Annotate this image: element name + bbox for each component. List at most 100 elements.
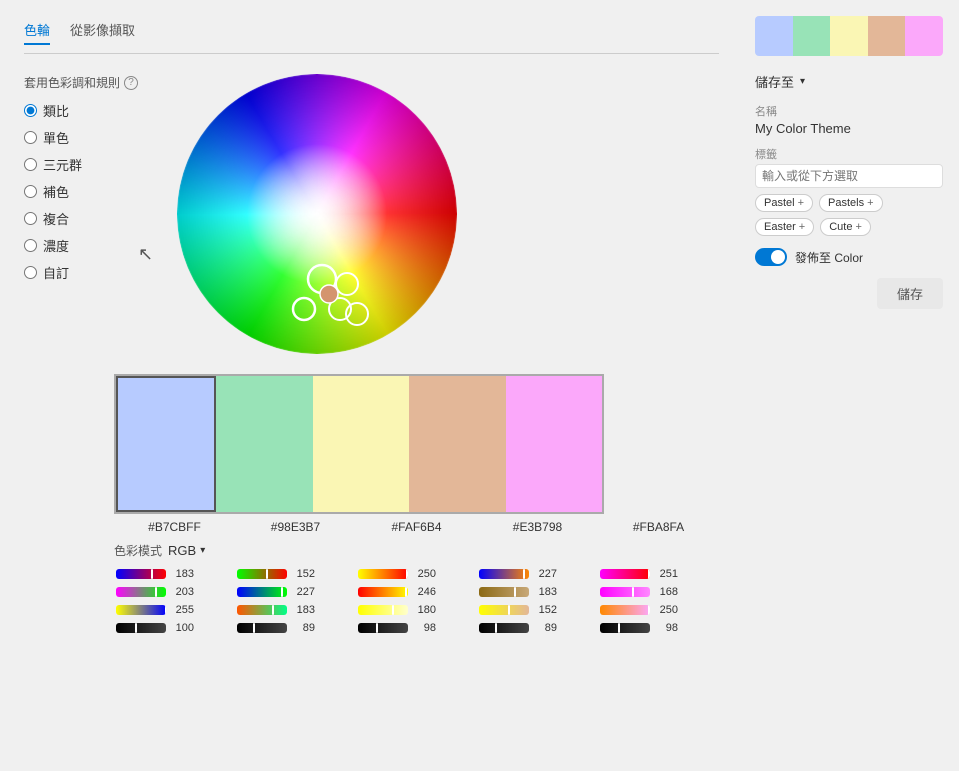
channel-slider-1-2[interactable]: [358, 587, 408, 597]
publish-toggle[interactable]: [755, 248, 787, 266]
channel-slider-2-2[interactable]: [358, 605, 408, 615]
channel-item-1-4[interactable]: 168: [598, 585, 719, 599]
channel-value-2-2: 180: [412, 604, 436, 616]
channel-slider-3-3[interactable]: [479, 623, 529, 633]
tab-color-wheel[interactable]: 色輪: [24, 20, 50, 45]
channel-slider-2-4[interactable]: [600, 605, 650, 615]
channel-value-2-3: 152: [533, 604, 557, 616]
color-wheel[interactable]: [177, 74, 457, 354]
radio-compound[interactable]: 複合: [24, 209, 138, 228]
channel-slider-0-2[interactable]: [358, 569, 408, 579]
channel-value-3-2: 98: [412, 622, 436, 634]
channel-item-1-1[interactable]: 227: [235, 585, 356, 599]
channel-value-2-1: 183: [291, 604, 315, 616]
channel-slider-3-4[interactable]: [600, 623, 650, 633]
palette-preview-swatch-5: [905, 16, 943, 56]
channel-slider-3-2[interactable]: [358, 623, 408, 633]
name-label: 名稱: [755, 103, 943, 119]
tag-cute[interactable]: Cute+: [820, 218, 871, 236]
channel-row-2: 255 183 180 152 250: [114, 603, 719, 617]
radio-monochromatic[interactable]: 單色: [24, 128, 138, 147]
channel-row-3: 100 89 98 89 98: [114, 621, 719, 635]
channel-item-1-0[interactable]: 203: [114, 585, 235, 599]
channel-slider-0-3[interactable]: [479, 569, 529, 579]
swatches-container: [114, 374, 604, 514]
tab-image-extract[interactable]: 從影像擷取: [70, 20, 135, 45]
channel-slider-2-1[interactable]: [237, 605, 287, 615]
harmony-label: 套用色彩調和規則 ?: [24, 74, 138, 91]
channel-slider-2-3[interactable]: [479, 605, 529, 615]
channel-item-2-4[interactable]: 250: [598, 603, 719, 617]
channel-slider-2-0[interactable]: [116, 605, 166, 615]
channel-slider-0-0[interactable]: [116, 569, 166, 579]
channel-slider-1-1[interactable]: [237, 587, 287, 597]
radio-triadic[interactable]: 三元群: [24, 155, 138, 174]
channel-item-1-2[interactable]: 246: [356, 585, 477, 599]
channel-value-0-1: 152: [291, 568, 315, 580]
channel-row-1: 203 227 246 183168: [114, 585, 719, 599]
channel-item-0-0[interactable]: 183: [114, 567, 235, 581]
channel-item-2-1[interactable]: 183: [235, 603, 356, 617]
tag-plus-icon: +: [867, 197, 873, 209]
channel-item-0-1[interactable]: 152: [235, 567, 356, 581]
color-wheel-svg: [177, 74, 457, 354]
channel-item-2-2[interactable]: 180: [356, 603, 477, 617]
color-handle-active[interactable]: [320, 285, 338, 303]
channel-value-3-1: 89: [291, 622, 315, 634]
tags-row: Pastel+ Pastels+ Easter+ Cute+: [755, 194, 943, 236]
publish-label: 發佈至 Color: [795, 249, 863, 266]
channel-value-1-2: 246: [412, 586, 436, 598]
palette-preview-swatch-1: [755, 16, 793, 56]
channel-item-0-3[interactable]: 227: [477, 567, 598, 581]
channel-slider-1-4[interactable]: [600, 587, 650, 597]
channel-slider-3-0[interactable]: [116, 623, 166, 633]
tags-input[interactable]: [755, 164, 943, 188]
channel-value-1-0: 203: [170, 586, 194, 598]
channel-item-3-0[interactable]: 100: [114, 621, 235, 635]
radio-analogous[interactable]: 類比: [24, 101, 138, 120]
swatch-4[interactable]: [409, 376, 505, 512]
channel-item-3-1[interactable]: 89: [235, 621, 356, 635]
hex-code-4: #E3B798: [477, 520, 598, 534]
channel-rows: 1831522502272512032272461831682551831801…: [114, 567, 719, 635]
swatch-3[interactable]: [313, 376, 409, 512]
channel-value-0-4: 251: [654, 568, 678, 580]
tags-label: 標籤: [755, 146, 943, 162]
palette-preview: [755, 16, 943, 56]
channel-item-1-3[interactable]: 183: [477, 585, 598, 599]
swatch-5[interactable]: [506, 376, 602, 512]
channel-item-0-2[interactable]: 250: [356, 567, 477, 581]
tag-plus-icon: +: [798, 197, 804, 209]
channel-item-2-3[interactable]: 152: [477, 603, 598, 617]
channel-slider-3-1[interactable]: [237, 623, 287, 633]
channel-value-3-4: 98: [654, 622, 678, 634]
color-mode-select[interactable]: RGB ▾: [168, 543, 205, 558]
swatch-1[interactable]: [116, 376, 216, 512]
save-to-row[interactable]: 儲存至 ▾: [755, 72, 943, 91]
channel-slider-0-1[interactable]: [237, 569, 287, 579]
channel-item-3-3[interactable]: 89: [477, 621, 598, 635]
radio-complementary[interactable]: 補色: [24, 182, 138, 201]
hex-code-5: #FBA8FA: [598, 520, 719, 534]
name-value[interactable]: My Color Theme: [755, 121, 943, 136]
channel-item-3-4[interactable]: 98: [598, 621, 719, 635]
save-to-label: 儲存至: [755, 72, 794, 91]
tag-pastels[interactable]: Pastels+: [819, 194, 883, 212]
hex-code-2: #98E3B7: [235, 520, 356, 534]
tag-easter[interactable]: Easter+: [755, 218, 814, 236]
channel-row-0: 183 152 250227 251: [114, 567, 719, 581]
name-field-group: 名稱 My Color Theme: [755, 103, 943, 136]
info-icon[interactable]: ?: [124, 76, 138, 90]
tag-pastel[interactable]: Pastel+: [755, 194, 813, 212]
channel-item-0-4[interactable]: 251: [598, 567, 719, 581]
radio-shades[interactable]: 濃度: [24, 236, 138, 255]
swatch-2[interactable]: [216, 376, 312, 512]
palette-preview-swatch-2: [793, 16, 831, 56]
radio-custom[interactable]: 自訂: [24, 263, 138, 282]
channel-slider-0-4[interactable]: [600, 569, 650, 579]
channel-slider-1-3[interactable]: [479, 587, 529, 597]
channel-item-3-2[interactable]: 98: [356, 621, 477, 635]
save-button[interactable]: 儲存: [877, 278, 943, 309]
channel-item-2-0[interactable]: 255: [114, 603, 235, 617]
channel-slider-1-0[interactable]: [116, 587, 166, 597]
